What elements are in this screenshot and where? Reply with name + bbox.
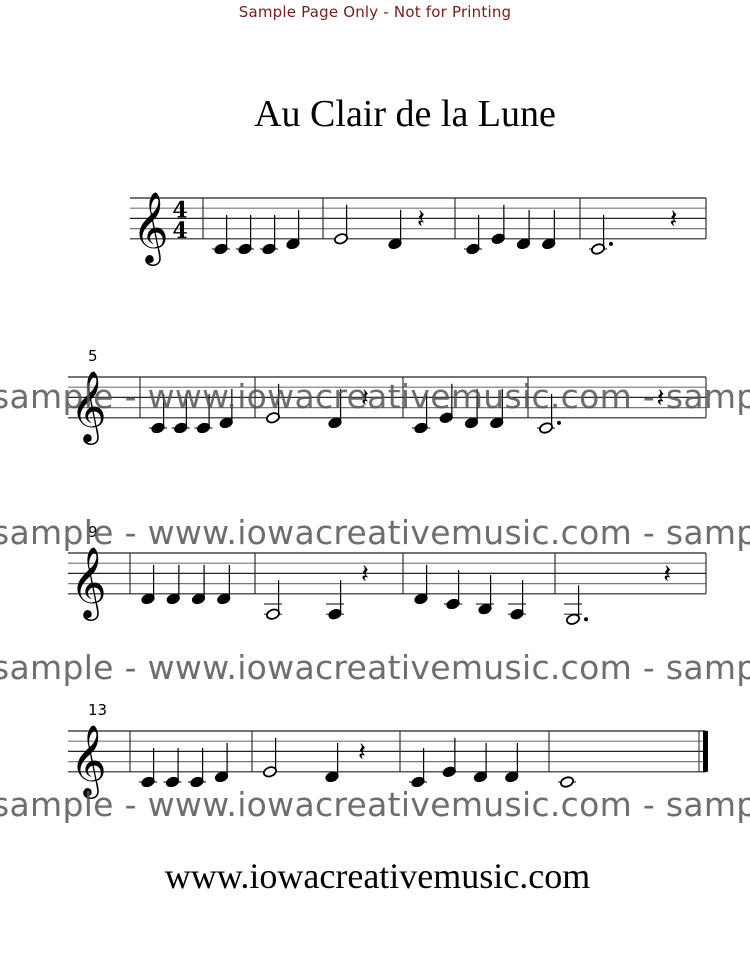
measure-number: 13	[88, 701, 107, 719]
dot	[609, 241, 613, 246]
quarter-rest-icon: 𝄽	[361, 384, 369, 414]
quarter-rest-icon: 𝄽	[361, 560, 369, 590]
measure-number: 9	[88, 523, 98, 541]
dot	[557, 420, 561, 425]
treble-clef-icon: 𝄞	[70, 369, 107, 445]
sheet-music: 𝄞 44 𝄽 𝄽𝄞5𝄽 𝄽𝄞9𝄽 𝄽𝄞13𝄽	[68, 190, 708, 799]
quarter-rest-icon: 𝄽	[358, 738, 366, 768]
quarter-rest-icon: 𝄽	[657, 384, 665, 414]
footer-website: www.iowacreativemusic.com	[164, 856, 591, 896]
quarter-rest-icon: 𝄽	[663, 560, 671, 590]
treble-clef-icon: 𝄞	[70, 723, 107, 799]
final-barline	[703, 731, 708, 772]
measure-number: 5	[88, 347, 98, 365]
treble-clef-icon: 𝄞	[132, 190, 169, 266]
notehead	[559, 776, 575, 788]
quarter-rest-icon: 𝄽	[670, 205, 678, 235]
quarter-rest-icon: 𝄽	[417, 205, 425, 235]
dot	[584, 617, 588, 622]
time-signature-denominator: 4	[172, 218, 187, 244]
treble-clef-icon: 𝄞	[70, 545, 107, 621]
